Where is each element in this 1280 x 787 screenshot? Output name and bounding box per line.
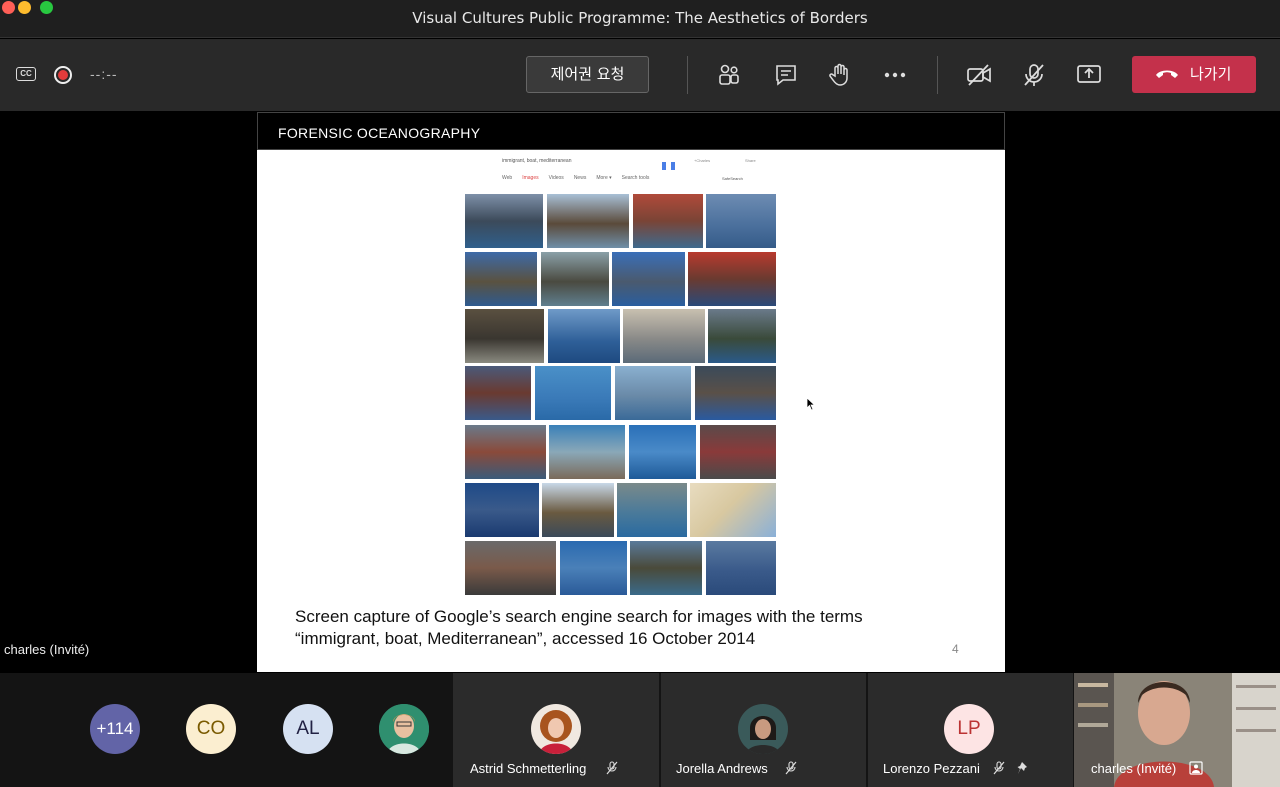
caption-line: “immigrant, boat, Mediterranean”, access… (295, 629, 756, 648)
hang-up-icon (1156, 70, 1178, 78)
search-tab: Web (502, 175, 513, 181)
search-result-image (623, 309, 705, 363)
pin-icon (1017, 762, 1027, 774)
search-result-image (549, 425, 625, 479)
search-button-icon (662, 157, 682, 170)
participants-icon[interactable] (716, 62, 742, 88)
presenter-name-label: charles (Invité) (4, 642, 90, 657)
search-result-image (535, 366, 611, 420)
meeting-toolbar: CC --:-- 제어권 요청 나가기 (0, 39, 1280, 111)
person-photo-icon (531, 704, 581, 754)
mic-off-icon (993, 761, 1005, 775)
chat-icon[interactable] (773, 62, 799, 88)
search-result-image (465, 309, 544, 363)
search-result-image (548, 309, 620, 363)
search-result-image (630, 541, 702, 595)
search-account: +Charles (694, 158, 711, 163)
slide-header: FORENSIC OCEANOGRAPHY (257, 112, 1005, 150)
more-icon[interactable] (882, 62, 908, 88)
search-result-image (465, 252, 537, 306)
shared-content-stage: FORENSIC OCEANOGRAPHY immigrant, boat, m… (0, 111, 1280, 673)
caption-line: Screen capture of Google’s search engine… (295, 607, 863, 626)
search-result-image (560, 541, 627, 595)
participant-name: Lorenzo Pezzani (883, 761, 980, 776)
search-result-image (465, 366, 531, 420)
participant-photo-avatar (531, 704, 581, 754)
leave-button[interactable]: 나가기 (1132, 56, 1256, 93)
raise-hand-icon[interactable] (827, 62, 853, 88)
recording-indicator[interactable] (54, 66, 72, 84)
participant-avatar: LP (944, 704, 994, 754)
search-result-image (695, 366, 776, 420)
slide-page-number: 4 (952, 642, 959, 656)
person-photo-icon (379, 704, 429, 754)
search-result-image (633, 194, 703, 248)
window-title: Visual Cultures Public Programme: The Ae… (412, 9, 868, 27)
search-result-image (617, 483, 687, 537)
participant-bar: +114 CO AL Astrid Schmetterling Jorella … (0, 673, 1280, 787)
search-result-image (708, 309, 776, 363)
search-result-image (690, 483, 776, 537)
mic-off-icon (785, 761, 797, 775)
camera-off-icon[interactable] (966, 62, 992, 88)
mouse-cursor-icon (806, 397, 816, 411)
participant-name: charles (Invité) (1091, 761, 1177, 776)
participant-avatar[interactable]: AL (283, 704, 333, 754)
captions-button[interactable]: CC (16, 67, 36, 81)
request-control-button[interactable]: 제어권 요청 (526, 56, 649, 93)
participant-tile[interactable]: Jorella Andrews (661, 673, 866, 787)
search-tab: Images (522, 175, 539, 181)
mic-off-icon (606, 761, 618, 775)
search-query: immigrant, boat, mediterranean (502, 158, 572, 164)
search-tabs: Web Images Videos News More ▾ Search too… (502, 175, 649, 181)
search-result-image (542, 483, 614, 537)
title-bar: Visual Cultures Public Programme: The Ae… (0, 0, 1280, 38)
search-share: Share (745, 158, 756, 163)
search-tab: More ▾ (596, 175, 612, 181)
participant-tile[interactable]: Astrid Schmetterling (453, 673, 659, 787)
person-photo-icon (738, 704, 788, 754)
search-result-image (465, 425, 546, 479)
toolbar-divider (937, 56, 938, 94)
search-result-image (688, 252, 776, 306)
participant-name: Astrid Schmetterling (470, 761, 587, 776)
slide-caption: Screen capture of Google’s search engine… (295, 606, 975, 650)
search-result-image (541, 252, 609, 306)
presenter-icon (1189, 761, 1203, 775)
meeting-timer: --:-- (90, 66, 118, 82)
search-result-image (706, 194, 776, 248)
search-result-image (547, 194, 629, 248)
mic-off-icon[interactable] (1021, 62, 1047, 88)
search-result-image (629, 425, 696, 479)
search-result-image (700, 425, 776, 479)
safe-search-label: SafeSearch (722, 176, 743, 181)
search-result-image (465, 483, 539, 537)
search-result-image (465, 194, 543, 248)
participant-tile[interactable]: LP Lorenzo Pezzani (868, 673, 1073, 787)
participant-video-tile[interactable]: charles (Invité) (1074, 673, 1280, 787)
search-tab: News (573, 175, 587, 181)
search-result-image (612, 252, 685, 306)
search-result-image (615, 366, 691, 420)
search-result-image (465, 541, 556, 595)
slide-title: FORENSIC OCEANOGRAPHY (278, 125, 481, 141)
search-result-image (706, 541, 776, 595)
participant-photo-avatar[interactable] (379, 704, 429, 754)
search-tab: Search tools (621, 175, 650, 181)
participant-photo-avatar (738, 704, 788, 754)
more-participants-button[interactable]: +114 (90, 704, 140, 754)
participant-name: Jorella Andrews (676, 761, 768, 776)
share-screen-icon[interactable] (1076, 62, 1102, 88)
search-tab: Videos (548, 175, 564, 181)
leave-label: 나가기 (1190, 65, 1232, 83)
toolbar-divider (687, 56, 688, 94)
presentation-slide: FORENSIC OCEANOGRAPHY immigrant, boat, m… (257, 112, 1005, 672)
participant-avatar[interactable]: CO (186, 704, 236, 754)
